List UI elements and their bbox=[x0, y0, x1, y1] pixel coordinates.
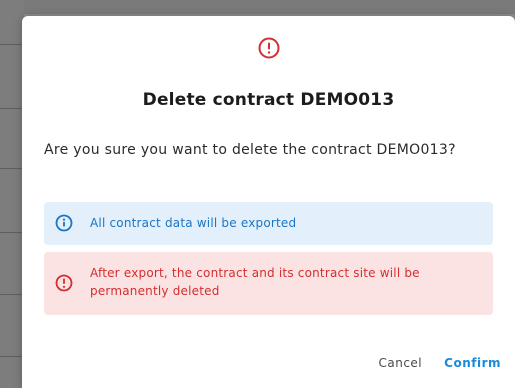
background-divider bbox=[0, 168, 24, 169]
background-divider bbox=[0, 44, 24, 45]
cancel-button[interactable]: Cancel bbox=[378, 354, 422, 372]
dialog-actions: Cancel Confirm bbox=[378, 354, 501, 372]
background-divider bbox=[0, 294, 24, 295]
warning-circle-icon bbox=[257, 36, 281, 60]
warning-circle-icon bbox=[54, 273, 74, 293]
error-alert: After export, the contract and its contr… bbox=[44, 252, 493, 315]
background-divider bbox=[0, 232, 24, 233]
background-app-header bbox=[0, 0, 515, 14]
confirm-button[interactable]: Confirm bbox=[444, 354, 501, 372]
background-app-sidebar bbox=[0, 0, 24, 388]
dialog-message: Are you sure you want to delete the cont… bbox=[44, 142, 456, 158]
error-alert-text: After export, the contract and its contr… bbox=[90, 266, 420, 298]
info-alert: All contract data will be exported bbox=[44, 202, 493, 245]
background-divider bbox=[0, 108, 24, 109]
info-alert-text: All contract data will be exported bbox=[90, 216, 297, 230]
background-divider bbox=[0, 356, 24, 357]
info-circle-icon bbox=[54, 213, 74, 233]
delete-contract-dialog: Delete contract DEMO013 Are you sure you… bbox=[22, 16, 515, 388]
dialog-title: Delete contract DEMO013 bbox=[142, 90, 395, 110]
